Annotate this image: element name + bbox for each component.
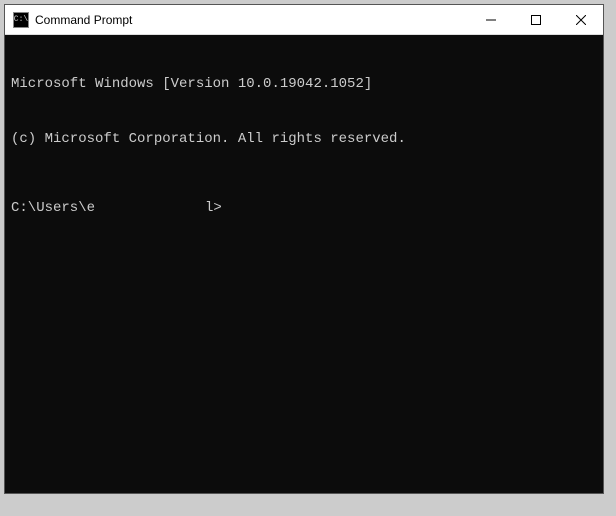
redacted-username <box>95 201 205 215</box>
close-button[interactable] <box>558 5 603 34</box>
prompt-prefix: C:\Users\e <box>11 199 95 217</box>
window-controls <box>468 5 603 34</box>
maximize-button[interactable] <box>513 5 558 34</box>
terminal-prompt: C:\Users\e l> <box>11 199 597 217</box>
terminal-area[interactable]: Microsoft Windows [Version 10.0.19042.10… <box>5 35 603 493</box>
window-frame: C:\ Command Prompt Microsoft Windows [Ve… <box>4 4 604 494</box>
minimize-icon <box>486 15 496 25</box>
cmd-icon: C:\ <box>13 12 29 28</box>
cmd-icon-glyph: C:\ <box>14 16 28 24</box>
terminal-line-version: Microsoft Windows [Version 10.0.19042.10… <box>11 75 597 93</box>
prompt-suffix: l> <box>205 199 222 217</box>
window-title: Command Prompt <box>35 13 468 27</box>
maximize-icon <box>531 15 541 25</box>
minimize-button[interactable] <box>468 5 513 34</box>
close-icon <box>576 15 586 25</box>
terminal-line-copyright: (c) Microsoft Corporation. All rights re… <box>11 130 597 148</box>
titlebar[interactable]: C:\ Command Prompt <box>5 5 603 35</box>
